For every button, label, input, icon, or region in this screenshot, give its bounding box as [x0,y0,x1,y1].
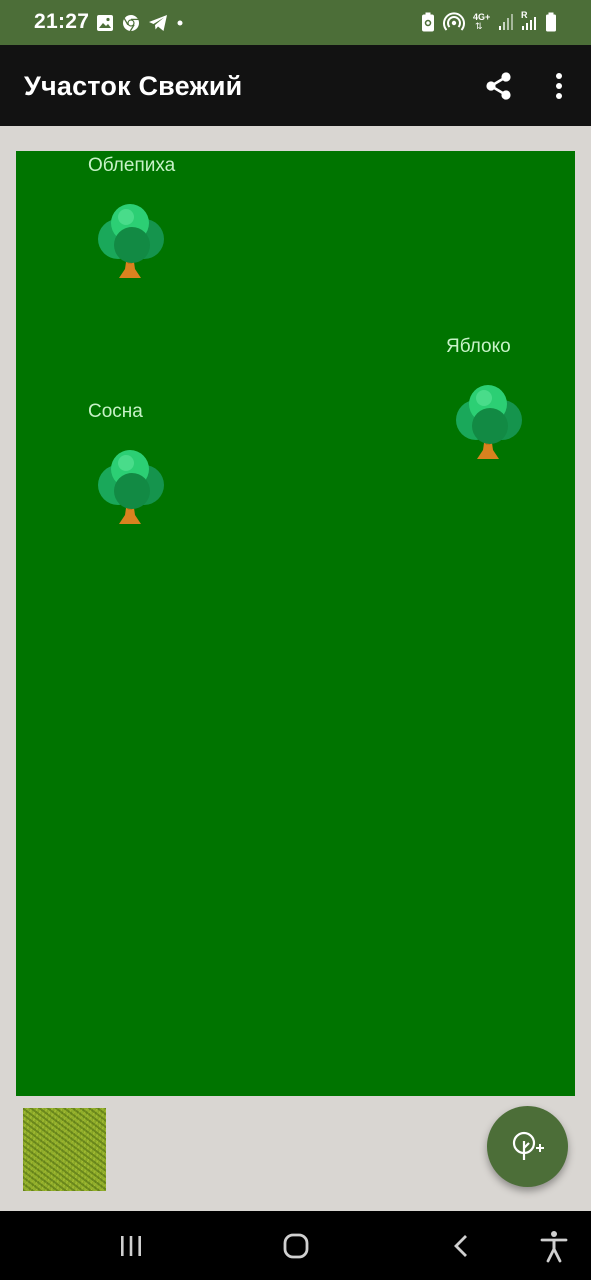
status-time: 21:27 [34,10,90,33]
dot-icon [177,20,183,26]
home-button[interactable] [278,1229,314,1263]
back-icon [454,1235,467,1257]
share-button[interactable] [482,69,516,103]
home-icon [283,1233,309,1259]
telegram-icon [149,15,167,31]
plot-area[interactable]: Облепиха Яблоко Сосна [16,151,575,1096]
status-right-icons: 4G+ ⇅ R [421,10,557,33]
more-options-button[interactable] [544,69,574,103]
status-bar: 21:27 4G+ ⇅ R [0,0,591,45]
back-button[interactable] [444,1229,480,1263]
accessibility-icon [540,1231,568,1263]
network-4g-icon: 4G+ ⇅ [473,12,491,32]
hotspot-icon [443,12,465,31]
add-tree-icon [512,1131,544,1160]
share-icon [486,72,511,100]
plant-oblepikha[interactable]: Облепиха [88,155,188,283]
more-vert-icon [556,73,562,99]
plant-label: Сосна [88,401,143,422]
app-bar: Участок Свежий [0,45,591,126]
chrome-icon [123,15,139,32]
add-tree-button[interactable] [487,1106,568,1187]
grass-texture-button[interactable] [23,1108,106,1191]
image-icon [97,15,113,31]
app-title: Участок Свежий [24,71,243,101]
accessibility-button[interactable] [536,1229,572,1263]
tree-icon [456,385,522,459]
signal-roaming-icon: R [521,10,537,32]
recent-apps-icon [121,1236,141,1256]
system-nav-bar [0,1211,591,1280]
status-left-icons [96,12,184,34]
recent-apps-button[interactable] [113,1229,149,1263]
plant-yabloko[interactable]: Яблоко [446,336,546,464]
tree-icon [98,450,164,524]
plant-label: Облепиха [88,155,176,176]
network-arrows: ⇅ [475,21,483,31]
tree-icon [98,204,164,278]
signal-icon [499,14,513,30]
battery-saver-icon [422,12,434,32]
battery-icon [546,12,556,32]
plant-label: Яблоко [446,336,511,357]
plant-sosna[interactable]: Сосна [88,401,188,529]
